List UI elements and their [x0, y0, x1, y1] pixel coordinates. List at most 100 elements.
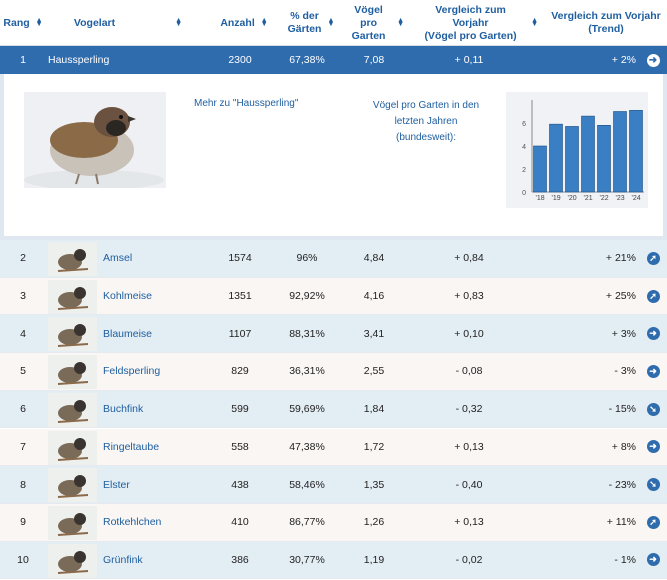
count-cell: 1351 — [228, 290, 252, 303]
trend-cell: + 21% — [605, 252, 636, 265]
bird-thumbnail[interactable] — [48, 355, 97, 390]
bird-thumbnail[interactable] — [48, 505, 97, 540]
count-cell: 829 — [231, 365, 249, 378]
table-row[interactable]: 9 Rotkehlchen 410 86,77% 1,26 + 0,13 + 11% ➚ — [0, 503, 667, 542]
arrow-right-icon[interactable]: ➜ — [646, 553, 660, 567]
arrow-up-right-icon[interactable]: ➚ — [646, 251, 660, 265]
table-row[interactable]: 7 Ringeltaube 558 47,38% 1,72 + 0,13 + 8% ➜ — [0, 428, 667, 467]
percent-cell: 47,38% — [289, 440, 325, 453]
percent-cell: 59,69% — [289, 403, 325, 416]
bird-name-link[interactable]: Kohlmeise — [103, 278, 152, 315]
percent-cell: 96% — [296, 252, 318, 265]
table-row[interactable]: 3 Kohlmeise 1351 92,92% 4,16 + 0,83 + 25% ➚ — [0, 277, 667, 316]
bird-name: Haussperling — [48, 54, 110, 66]
arrow-right-icon[interactable]: ➜ — [646, 364, 660, 378]
birds-per-garden-cell: 1,35 — [363, 478, 385, 491]
sort-icon: ▲ ▼ — [260, 17, 268, 28]
birds-per-garden-label: Vögel pro Garten in den letzten Jahren (… — [372, 100, 480, 143]
comparison-cell: - 0,32 — [455, 403, 483, 416]
bird-name-link[interactable]: Grünfink — [103, 542, 143, 579]
birds-per-garden-cell: 3,41 — [363, 327, 385, 340]
bar-22 — [597, 124, 611, 193]
bird-thumbnail[interactable] — [48, 543, 97, 578]
trend-cell: - 3% — [614, 365, 636, 378]
comparison-cell: - 0,08 — [455, 365, 483, 378]
col-voegel[interactable]: Vögel pro Garten ▲ ▼ — [346, 0, 404, 46]
arrow-down-right-icon[interactable]: ➘ — [646, 402, 660, 416]
bird-name-link[interactable]: Ringeltaube — [103, 429, 159, 466]
comparison-cell: + 0,10 — [454, 327, 484, 340]
count-cell: 558 — [231, 440, 249, 453]
col-vogelart[interactable]: Vogelart ▲ ▼ — [48, 0, 208, 46]
arrow-right-icon[interactable]: ➜ — [646, 440, 660, 454]
table-row-selected[interactable]: 1 Haussperling 2300 67,38% 7,08 + 0,11 +… — [0, 46, 667, 74]
sort-icon: ▲ ▼ — [327, 17, 335, 28]
count-cell: 599 — [231, 403, 249, 416]
sort-icon: ▲ ▼ — [397, 17, 404, 28]
table-row[interactable]: 6 Buchfink 599 59,69% 1,84 - 0,32 - 15% ➘ — [0, 390, 667, 429]
bird-name-link[interactable]: Amsel — [103, 240, 132, 277]
arrow-right-icon[interactable]: ➜ — [646, 327, 660, 341]
percent-cell: 36,31% — [289, 365, 325, 378]
more-about-link[interactable]: Mehr zu "Haussperling" — [194, 98, 304, 109]
count-cell: 1107 — [228, 327, 252, 340]
trend-cell: + 8% — [611, 440, 636, 453]
rank-cell: 3 — [20, 290, 26, 303]
table-header: Rang ▲ ▼ Vogelart ▲ ▼ Anzahl ▲ ▼ % der Gärte… — [0, 0, 667, 46]
col-rang[interactable]: Rang ▲ ▼ — [0, 0, 46, 46]
bird-ranking-table: Rang ▲ ▼ Vogelart ▲ ▼ Anzahl ▲ ▼ % der Gärte… — [0, 0, 667, 580]
birds-per-garden-cell: 1,19 — [363, 553, 385, 566]
trend-cell: - 15% — [608, 403, 636, 416]
yearly-chart: 0 2 4 6 ’18 ’19 ’20 ’21 ’22 ’23 ’24 — [506, 92, 648, 208]
bird-thumbnail[interactable] — [48, 430, 97, 465]
bird-name-link[interactable]: Rotkehlchen — [103, 504, 161, 541]
col-prozent[interactable]: % der Gärten ▲ ▼ — [282, 0, 340, 46]
comparison-cell: - 0,02 — [455, 553, 483, 566]
comparison-cell: + 0,84 — [454, 252, 484, 265]
bird-thumbnail[interactable] — [48, 392, 97, 427]
percent-cell: 58,46% — [289, 478, 325, 491]
sort-icon: ▲ ▼ — [175, 17, 183, 28]
bird-name-link[interactable]: Feldsperling — [103, 353, 160, 390]
table-row[interactable]: 2 Amsel 1574 96% 4,84 + 0,84 + 21% ➚ — [0, 240, 667, 278]
bird-name-link[interactable]: Elster — [103, 466, 130, 503]
bird-thumbnail[interactable] — [48, 279, 97, 314]
arrow-down-right-icon[interactable]: ➘ — [646, 478, 660, 492]
col-trend[interactable]: Vergleich zum Vorjahr (Trend) — [546, 0, 666, 46]
bird-thumbnail[interactable] — [48, 468, 97, 503]
arrow-up-right-icon[interactable]: ➚ — [646, 515, 660, 529]
comparison-cell: + 0,83 — [454, 290, 484, 303]
x-tick-label: ’22 — [599, 195, 608, 202]
comparison-cell: + 0,11 — [454, 54, 484, 66]
rank-cell: 5 — [20, 365, 26, 378]
trend-cell: + 11% — [606, 516, 636, 529]
arrow-right-icon[interactable]: ➜ — [646, 53, 660, 67]
trend-cell: + 2% — [611, 54, 636, 66]
col-vergleich[interactable]: Vergleich zum Vorjahr (Vögel pro Garten) … — [416, 0, 538, 46]
table-row[interactable]: 8 Elster 438 58,46% 1,35 - 0,40 - 23% ➘ — [0, 466, 667, 504]
table-row[interactable]: 4 Blaumeise 1107 88,31% 3,41 + 0,10 + 3% ➜ — [0, 315, 667, 354]
birds-per-garden-cell: 7,08 — [363, 54, 385, 66]
bar-23 — [613, 111, 627, 193]
birds-per-garden-cell: 4,16 — [363, 290, 385, 303]
bird-name-link[interactable]: Blaumeise — [103, 315, 152, 352]
comparison-cell: + 0,13 — [454, 516, 484, 529]
table-row[interactable]: 10 Grünfink 386 30,77% 1,19 - 0,02 - 1% ➜ — [0, 541, 667, 580]
bar-20 — [565, 126, 579, 193]
rank-cell: 9 — [20, 516, 26, 529]
col-anzahl[interactable]: Anzahl ▲ ▼ — [215, 0, 273, 46]
count-cell: 2300 — [228, 54, 252, 66]
rank-cell: 2 — [20, 252, 26, 265]
trend-cell: - 1% — [614, 553, 636, 566]
bird-name-link[interactable]: Buchfink — [103, 391, 143, 428]
bar-24 — [629, 110, 643, 193]
trend-cell: - 23% — [608, 478, 636, 491]
bird-thumbnail[interactable] — [48, 317, 97, 352]
birds-per-garden-cell: 1,72 — [363, 440, 385, 453]
rank-cell: 1 — [20, 54, 26, 66]
comparison-cell: + 0,13 — [454, 440, 484, 453]
table-row[interactable]: 5 Feldsperling 829 36,31% 2,55 - 0,08 - 3% ➜ — [0, 353, 667, 391]
arrow-up-right-icon[interactable]: ➚ — [646, 289, 660, 303]
x-tick-label: ’18 — [535, 195, 544, 202]
bird-thumbnail[interactable] — [48, 242, 97, 276]
